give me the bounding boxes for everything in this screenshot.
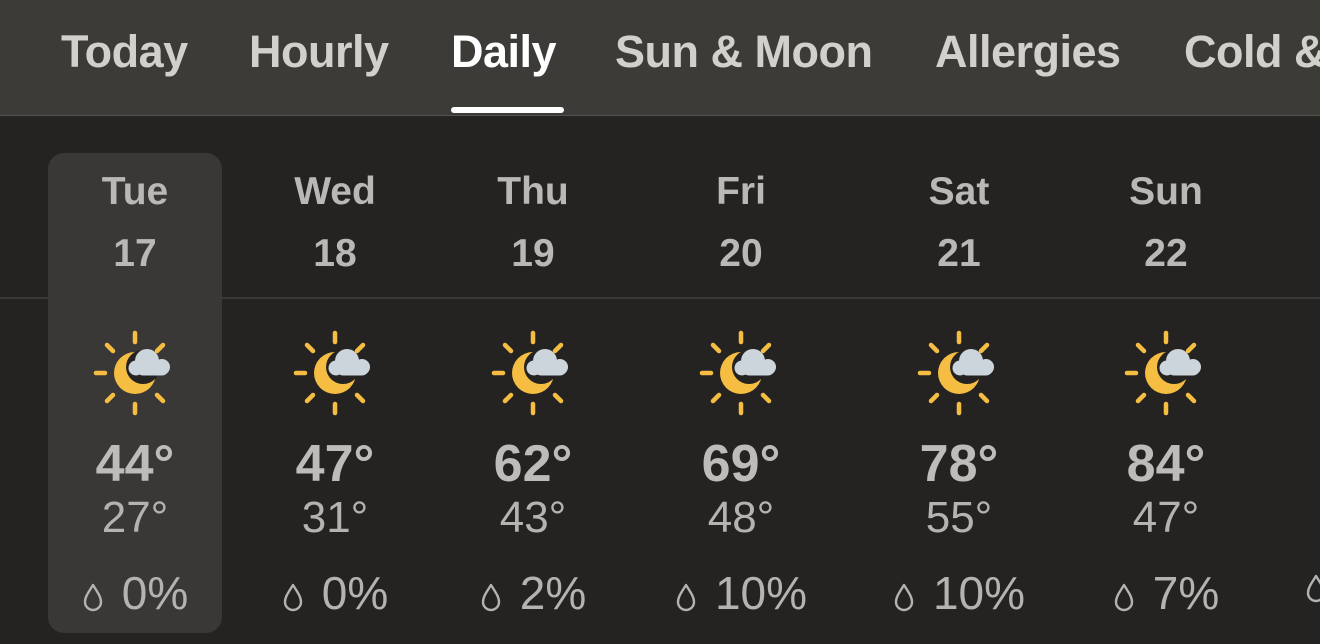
high-temp: 44° — [95, 435, 175, 493]
high-temp: 69° — [701, 435, 781, 493]
low-temp: 48° — [707, 493, 775, 542]
day-date: 19 — [511, 232, 555, 275]
raindrop-icon — [894, 583, 914, 612]
high-temp: 84° — [1126, 435, 1206, 493]
day-name: Wed — [294, 170, 376, 213]
high-temp: 62° — [493, 435, 573, 493]
day-column-tue[interactable]: Tue 17 44° 27° 0% — [35, 116, 235, 644]
partly-cloudy-icon — [1124, 330, 1208, 416]
tab-allergies[interactable]: Allergies — [935, 26, 1121, 78]
precip-chance: 0% — [235, 566, 435, 620]
daily-forecast: Tue 17 44° 27° 0% Wed 18 47° 31° 0% Thu … — [0, 116, 1320, 644]
day-column-fri[interactable]: Fri 20 69° 48° 10% — [641, 116, 841, 644]
precip-value: 10% — [714, 567, 808, 619]
tab-hourly[interactable]: Hourly — [249, 26, 389, 78]
tab-bar: Today Hourly Daily Sun & Moon Allergies … — [0, 0, 1320, 116]
precip-chance: 2% — [433, 566, 633, 620]
high-temp: 47° — [295, 435, 375, 493]
day-name: Tue — [101, 170, 169, 213]
partly-cloudy-icon — [93, 330, 177, 416]
day-date: 20 — [719, 232, 763, 275]
precip-value: 7% — [1152, 567, 1220, 619]
partly-cloudy-icon — [293, 330, 377, 416]
day-name: Sat — [928, 170, 990, 213]
day-column-sat[interactable]: Sat 21 78° 55° 10% — [859, 116, 1059, 644]
raindrop-icon — [283, 583, 302, 612]
active-tab-indicator — [451, 107, 564, 113]
partly-cloudy-icon — [699, 330, 783, 416]
day-date: 21 — [937, 232, 981, 275]
precip-chance: 0% — [35, 566, 235, 620]
day-date: 17 — [113, 232, 157, 275]
day-column-wed[interactable]: Wed 18 47° 31° 0% — [235, 116, 435, 644]
tab-today[interactable]: Today — [61, 26, 188, 78]
raindrop-icon — [83, 583, 102, 612]
low-temp: 31° — [301, 493, 369, 542]
precip-chance: 10% — [859, 566, 1059, 620]
precip-value: 2% — [519, 567, 587, 619]
precip-value: 0% — [321, 567, 389, 619]
precip-value: 10% — [932, 567, 1026, 619]
day-name: Fri — [716, 170, 766, 213]
low-temp: 27° — [101, 493, 169, 542]
partly-cloudy-icon — [917, 330, 1001, 416]
raindrop-icon — [481, 583, 500, 612]
partly-cloudy-icon — [491, 330, 575, 416]
tab-sun-moon[interactable]: Sun & Moon — [615, 26, 873, 78]
precip-chance: 10% — [641, 566, 841, 620]
day-name: Thu — [497, 170, 569, 213]
tab-cold-flu[interactable]: Cold & — [1184, 26, 1320, 78]
low-temp: 47° — [1132, 493, 1200, 542]
day-name: Sun — [1129, 170, 1203, 213]
high-temp: 78° — [919, 435, 999, 493]
day-column-sun[interactable]: Sun 22 84° 47° 7% — [1066, 116, 1266, 644]
low-temp: 43° — [499, 493, 567, 542]
day-date: 22 — [1144, 232, 1188, 275]
day-column-thu[interactable]: Thu 19 62° 43° 2% — [433, 116, 633, 644]
raindrop-icon — [676, 583, 696, 612]
low-temp: 55° — [925, 493, 993, 542]
precip-value: 0% — [121, 567, 189, 619]
day-date: 18 — [313, 232, 357, 275]
tab-daily[interactable]: Daily — [451, 26, 557, 78]
precip-chance: 7% — [1066, 566, 1266, 620]
raindrop-icon — [1114, 583, 1133, 612]
raindrop-icon — [1306, 574, 1320, 603]
